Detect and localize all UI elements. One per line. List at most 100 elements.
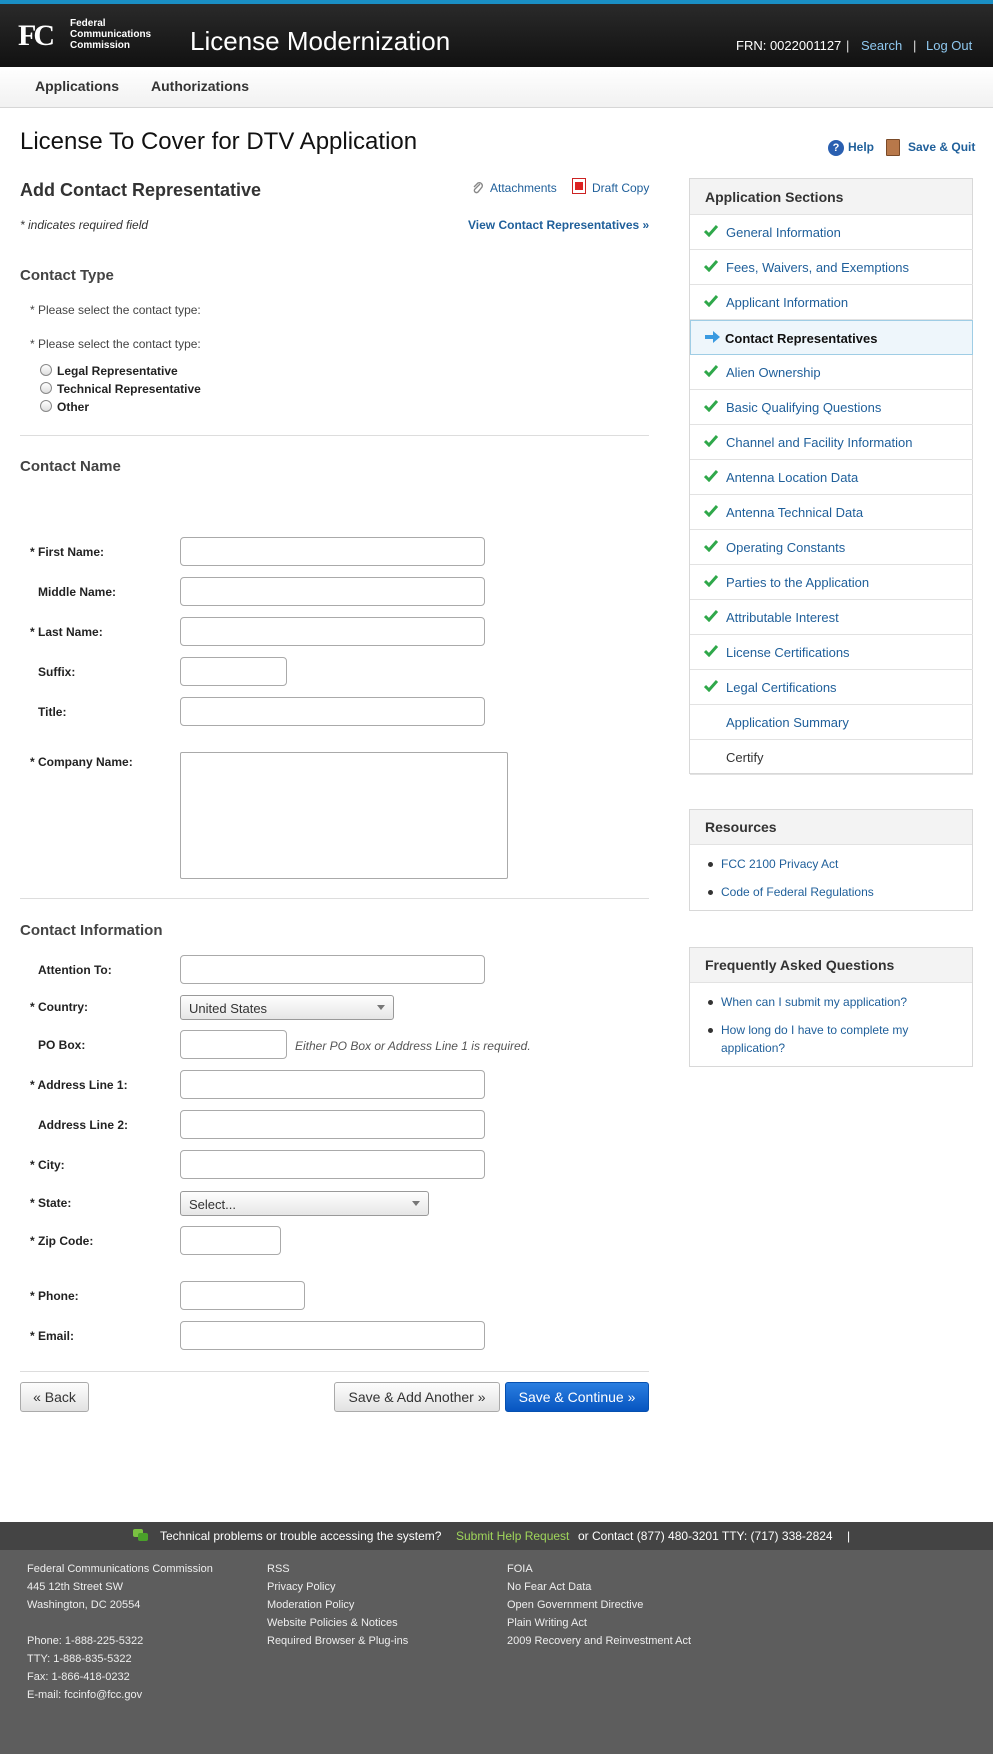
phone-label: * Phone: xyxy=(30,1289,79,1303)
app-title: License Modernization xyxy=(190,26,451,56)
section-item-label: Fees, Waivers, and Exemptions xyxy=(726,260,910,275)
footer-link[interactable]: Plain Writing Act xyxy=(507,1614,691,1632)
last-name-input[interactable] xyxy=(180,617,485,646)
nav-applications[interactable]: Applications xyxy=(35,78,119,94)
city-input[interactable] xyxy=(180,1150,485,1179)
address-line-2-label: Address Line 2: xyxy=(38,1118,129,1132)
section-item-label: Legal Certifications xyxy=(726,680,837,695)
middle-name-input[interactable] xyxy=(180,577,485,606)
fcc-logo[interactable]: FC Federal Communications Commission xyxy=(18,17,166,55)
attention-to-input[interactable] xyxy=(180,955,485,984)
section-item[interactable]: License Certifications xyxy=(690,635,973,670)
contact-information-heading: Contact Information xyxy=(20,922,163,939)
search-link[interactable]: Search xyxy=(861,38,902,53)
footer-link[interactable]: Moderation Policy xyxy=(267,1596,408,1614)
draft-copy-link[interactable]: Draft Copy xyxy=(592,181,649,195)
faq-link[interactable]: When can I submit my application? xyxy=(707,995,907,1009)
section-item[interactable]: Alien Ownership xyxy=(690,355,973,390)
section-item-label: Attributable Interest xyxy=(726,610,839,625)
footer-link[interactable]: RSS xyxy=(267,1560,408,1578)
resources-panel: Resources FCC 2100 Privacy Act Code of F… xyxy=(689,809,973,911)
section-item[interactable]: Legal Certifications xyxy=(690,670,973,705)
attachments-link[interactable]: Attachments xyxy=(490,181,557,195)
section-item[interactable]: Basic Qualifying Questions xyxy=(690,390,973,425)
footer-email[interactable]: E-mail: fccinfo@fcc.gov xyxy=(27,1686,213,1704)
main-nav xyxy=(0,67,993,108)
section-item[interactable]: Channel and Facility Information xyxy=(690,425,973,460)
first-name-input[interactable] xyxy=(180,537,485,566)
check-icon xyxy=(703,225,719,238)
resource-link[interactable]: Code of Federal Regulations xyxy=(708,885,874,899)
application-sections-panel: Application Sections General Information… xyxy=(689,178,973,775)
footer-link[interactable]: Privacy Policy xyxy=(267,1578,408,1596)
section-item-label: Operating Constants xyxy=(726,540,846,555)
zip-code-input[interactable] xyxy=(180,1226,281,1255)
footer-link[interactable]: Website Policies & Notices xyxy=(267,1614,408,1632)
radio-label[interactable]: Legal Representative xyxy=(57,364,178,378)
country-select[interactable]: United States xyxy=(180,995,394,1020)
divider xyxy=(20,898,649,899)
radio-label[interactable]: Technical Representative xyxy=(57,382,201,396)
footer-link[interactable]: Required Browser & Plug-ins xyxy=(267,1632,408,1650)
arrow-right-icon xyxy=(705,331,720,343)
submit-help-request-link[interactable]: Submit Help Request xyxy=(456,1529,569,1543)
divider xyxy=(20,435,649,436)
fcc-logo-text: Federal Communications Commission xyxy=(70,18,152,51)
section-item[interactable]: Applicant Information xyxy=(690,285,973,320)
state-select[interactable]: Select... xyxy=(180,1191,429,1216)
save-continue-button[interactable]: Save & Continue » xyxy=(505,1382,649,1412)
po-box-input[interactable] xyxy=(180,1030,287,1059)
address-line-2-input[interactable] xyxy=(180,1110,485,1139)
section-item-label: Alien Ownership xyxy=(726,365,821,380)
suffix-input[interactable] xyxy=(180,657,287,686)
radio-technical-representative[interactable] xyxy=(40,382,52,394)
help-icon[interactable]: ? xyxy=(828,140,844,156)
nav-authorizations[interactable]: Authorizations xyxy=(151,78,249,94)
footer-link[interactable]: FOIA xyxy=(507,1560,691,1578)
section-item[interactable]: Attributable Interest xyxy=(690,600,973,635)
phone-input[interactable] xyxy=(180,1281,305,1310)
divider xyxy=(20,1371,649,1372)
contact-type-prompt: * Please select the contact type: xyxy=(30,303,201,317)
section-item[interactable]: Parties to the Application xyxy=(690,565,973,600)
po-box-hint: Either PO Box or Address Line 1 is requi… xyxy=(295,1039,531,1053)
save-quit-link[interactable]: Save & Quit xyxy=(908,140,975,154)
footer-link[interactable]: 2009 Recovery and Reinvestment Act xyxy=(507,1632,691,1650)
title-input[interactable] xyxy=(180,697,485,726)
footer-link[interactable]: Open Government Directive xyxy=(507,1596,691,1614)
address-line-1-label: * Address Line 1: xyxy=(30,1078,128,1092)
resource-link[interactable]: FCC 2100 Privacy Act xyxy=(707,857,838,871)
view-contact-representatives-link[interactable]: View Contact Representatives » xyxy=(468,218,649,232)
email-input[interactable] xyxy=(180,1321,485,1350)
section-item[interactable]: General Information xyxy=(690,215,973,250)
logout-link[interactable]: Log Out xyxy=(926,38,972,53)
paperclip-icon xyxy=(471,181,485,195)
radio-other[interactable] xyxy=(40,400,52,412)
sections-list: General Information Fees, Waivers, and Ex… xyxy=(690,215,973,775)
resources-title: Resources xyxy=(690,810,972,845)
section-item[interactable]: Antenna Technical Data xyxy=(690,495,973,530)
help-link[interactable]: Help xyxy=(848,140,874,154)
section-item[interactable]: Contact Representatives xyxy=(690,320,973,355)
faq-link[interactable]: application? xyxy=(721,1041,785,1055)
chat-icon xyxy=(133,1529,149,1543)
address-line-1-input[interactable] xyxy=(180,1070,485,1099)
radio-legal-representative[interactable] xyxy=(40,364,52,376)
section-item[interactable]: Application Summary xyxy=(690,705,973,740)
faq-link[interactable]: How long do I have to complete my xyxy=(707,1023,908,1037)
footer-link[interactable]: No Fear Act Data xyxy=(507,1578,691,1596)
section-item[interactable]: Antenna Location Data xyxy=(690,460,973,495)
door-icon[interactable] xyxy=(886,139,900,156)
section-item-label: Antenna Location Data xyxy=(726,470,859,485)
company-name-textarea[interactable] xyxy=(180,752,508,879)
radio-label[interactable]: Other xyxy=(57,400,89,414)
section-item[interactable]: Certify xyxy=(690,740,973,775)
attention-to-label: Attention To: xyxy=(38,963,112,977)
section-item[interactable]: Operating Constants xyxy=(690,530,973,565)
check-icon xyxy=(703,610,719,623)
check-icon xyxy=(703,295,719,308)
section-item[interactable]: Fees, Waivers, and Exemptions xyxy=(690,250,973,285)
back-button[interactable]: « Back xyxy=(20,1382,89,1412)
save-add-another-button[interactable]: Save & Add Another » xyxy=(334,1382,500,1412)
check-icon xyxy=(703,435,719,448)
